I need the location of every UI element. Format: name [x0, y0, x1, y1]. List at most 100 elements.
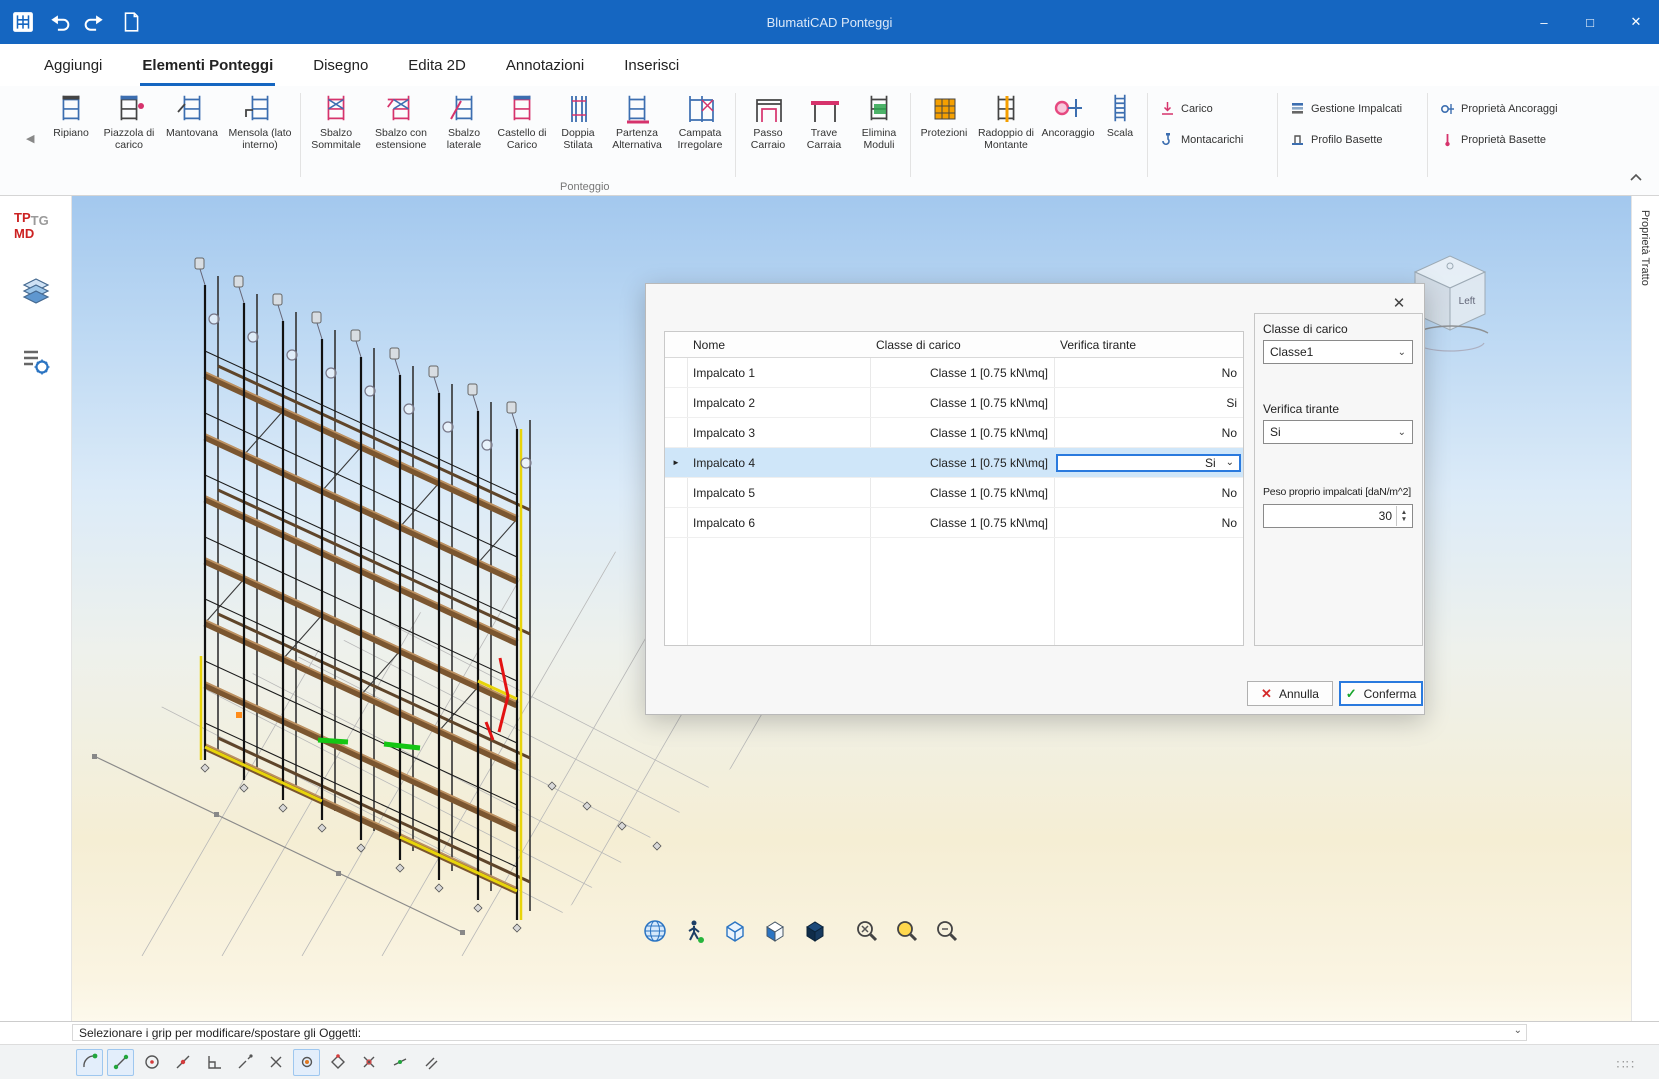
ribbon-button-doppia-stilata[interactable]: Doppia Stilata — [552, 91, 604, 151]
row-selector-arrow: ► — [665, 448, 687, 477]
table-row[interactable]: Impalcato 3 Classe 1 [0.75 kN\mq] No — [665, 418, 1243, 448]
ribbon-button-mensola-lato-interno[interactable]: Mensola (lato interno) — [225, 91, 295, 151]
verifica-tirante-dropdown[interactable]: Si ⌄ — [1263, 420, 1413, 444]
table-row[interactable]: Impalcato 1 Classe 1 [0.75 kN\mq] No — [665, 358, 1243, 388]
annulla-button[interactable]: ✕ Annulla — [1247, 681, 1333, 706]
snap-parallel-button[interactable] — [417, 1049, 444, 1076]
zoom-extents-icon[interactable] — [854, 918, 880, 944]
snap-tangent-button[interactable] — [76, 1049, 103, 1076]
column-header-nome[interactable]: Nome — [687, 332, 870, 357]
app-icon — [12, 11, 34, 33]
tp-tg-md-logo: TPTG MD — [14, 212, 71, 240]
conferma-button[interactable]: ✓ Conferma — [1339, 681, 1423, 706]
column-header-verifica-tirante[interactable]: Verifica tirante — [1054, 332, 1243, 357]
column-header-classe-di-carico[interactable]: Classe di carico — [870, 332, 1054, 357]
snap-perpendicular-button[interactable] — [200, 1049, 227, 1076]
snap-node-button[interactable] — [293, 1049, 320, 1076]
elimina-moduli-icon — [862, 91, 896, 125]
classe-di-carico-dropdown[interactable]: Classe1 ⌄ — [1263, 340, 1413, 364]
verifica-tirante-cell-dropdown[interactable]: Si ⌄ — [1056, 454, 1241, 472]
gestione-impalcati-icon — [1290, 101, 1305, 116]
zoom-window-icon[interactable] — [894, 918, 920, 944]
sbalzo-laterale-icon — [447, 91, 481, 125]
ribbon-button-castello-di-carico[interactable]: Castello di Carico — [494, 91, 550, 151]
maximize-button[interactable]: □ — [1567, 0, 1613, 44]
table-row[interactable]: Impalcato 6 Classe 1 [0.75 kN\mq] No — [665, 508, 1243, 538]
ribbon-button-gestione-impalcati[interactable]: Gestione Impalcati — [1290, 101, 1415, 116]
tab-proprieta-tratto[interactable]: Proprietà Tratto — [1639, 210, 1651, 286]
new-document-icon[interactable] — [120, 11, 142, 33]
peso-proprio-label: Peso proprio impalcati [daN/m^2] — [1263, 486, 1411, 498]
snap-midpoint-button[interactable] — [169, 1049, 196, 1076]
doppia-stilata-icon — [561, 91, 595, 125]
table-row[interactable]: Impalcato 5 Classe 1 [0.75 kN\mq] No — [665, 478, 1243, 508]
trave-carraia-icon — [807, 91, 841, 125]
tab-elementi-ponteggi[interactable]: Elementi Ponteggi — [140, 48, 275, 86]
resize-grip[interactable]: ∷∷ — [1616, 1057, 1635, 1073]
tab-edita-2d[interactable]: Edita 2D — [406, 48, 468, 86]
snap-apparent-intersection-icon — [360, 1053, 378, 1071]
ribbon-scroll-left-icon[interactable]: ◀ — [26, 132, 34, 145]
ribbon-button-carico[interactable]: Carico — [1160, 101, 1265, 116]
ribbon-button-ripiano[interactable]: Ripiano — [45, 91, 97, 139]
tab-aggiungi[interactable]: Aggiungi — [42, 48, 104, 86]
walkthrough-icon[interactable] — [682, 918, 708, 944]
table-row-selected[interactable]: ► Impalcato 4 Classe 1 [0.75 kN\mq] Si ⌄ — [665, 448, 1243, 478]
left-sidebar: TPTG MD — [0, 196, 72, 1021]
ribbon-button-campata-irregolare[interactable]: Campata Irregolare — [670, 91, 730, 151]
snap-perpendicular-icon — [205, 1053, 223, 1071]
table-row[interactable]: Impalcato 2 Classe 1 [0.75 kN\mq] Si — [665, 388, 1243, 418]
ribbon-button-radoppio-di-montante[interactable]: Radoppio di Montante — [974, 91, 1038, 151]
tab-inserisci[interactable]: Inserisci — [622, 48, 681, 86]
view-cube-face-label: Left — [1459, 296, 1476, 307]
ribbon-button-sbalzo-con-estensione[interactable]: Sbalzo con estensione — [368, 91, 434, 151]
ribbon-button-partenza-alternativa[interactable]: Partenza Alternativa — [606, 91, 668, 151]
shaded-view-icon[interactable] — [762, 918, 788, 944]
command-input[interactable]: Selezionare i grip per modificare/sposta… — [72, 1024, 1527, 1041]
snap-nearest-button[interactable] — [386, 1049, 413, 1076]
snap-center-icon — [143, 1053, 161, 1071]
ribbon-separator — [735, 93, 736, 177]
ribbon-button-sbalzo-sommitale[interactable]: Sbalzo Sommitale — [306, 91, 366, 151]
solid-view-icon[interactable] — [802, 918, 828, 944]
ribbon-button-proprieta-basette[interactable]: Proprietà Basette — [1440, 132, 1575, 147]
minimize-button[interactable]: – — [1521, 0, 1567, 44]
dialog-side-panel: Classe di carico Classe1 ⌄ Verifica tira… — [1254, 313, 1423, 646]
settings-list-panel-icon[interactable] — [20, 345, 52, 377]
ribbon-button-mantovana[interactable]: Mantovana — [161, 91, 223, 139]
dialog-close-icon[interactable]: ✕ — [1388, 292, 1410, 314]
ribbon-button-profilo-basette[interactable]: Profilo Basette — [1290, 132, 1415, 147]
ribbon-button-passo-carraio[interactable]: Passo Carraio — [741, 91, 795, 151]
ribbon-button-montacarichi[interactable]: Montacarichi — [1160, 132, 1265, 147]
ribbon-button-trave-carraia[interactable]: Trave Carraia — [797, 91, 851, 151]
ribbon-separator — [300, 93, 301, 177]
ribbon-button-ancoraggio[interactable]: Ancoraggio — [1040, 91, 1096, 139]
snap-extension-icon — [236, 1053, 254, 1071]
snap-extension-button[interactable] — [231, 1049, 258, 1076]
snap-endpoint-button[interactable] — [107, 1049, 134, 1076]
snap-intersection-button[interactable] — [262, 1049, 289, 1076]
snap-midpoint-icon — [174, 1053, 192, 1071]
close-button[interactable]: ✕ — [1613, 0, 1659, 44]
snap-tangent-icon — [81, 1053, 99, 1071]
tab-annotazioni[interactable]: Annotazioni — [504, 48, 586, 86]
redo-icon[interactable] — [84, 11, 106, 33]
snap-center-button[interactable] — [138, 1049, 165, 1076]
ribbon-button-proprieta-ancoraggi[interactable]: Proprietà Ancoraggi — [1440, 101, 1575, 116]
ribbon-collapse-icon[interactable] — [1629, 169, 1643, 187]
zoom-out-icon[interactable] — [934, 918, 960, 944]
ribbon-button-sbalzo-laterale[interactable]: Sbalzo laterale — [436, 91, 492, 151]
view-globe-icon[interactable] — [642, 918, 668, 944]
snap-quadrant-button[interactable] — [324, 1049, 351, 1076]
snap-apparent-intersection-button[interactable] — [355, 1049, 382, 1076]
tab-disegno[interactable]: Disegno — [311, 48, 370, 86]
peso-proprio-input[interactable]: 30 ▲▼ — [1263, 504, 1413, 528]
ribbon-button-piazzola-di-carico[interactable]: Piazzola di carico — [99, 91, 159, 151]
ribbon-button-elimina-moduli[interactable]: Elimina Moduli — [853, 91, 905, 151]
ribbon-button-protezioni[interactable]: Protezioni — [916, 91, 972, 139]
layers-panel-icon[interactable] — [20, 274, 52, 306]
perspective-view-icon[interactable] — [722, 918, 748, 944]
ribbon-button-scala[interactable]: Scala — [1098, 91, 1142, 139]
spinner-arrows[interactable]: ▲▼ — [1396, 506, 1411, 526]
undo-icon[interactable] — [48, 11, 70, 33]
